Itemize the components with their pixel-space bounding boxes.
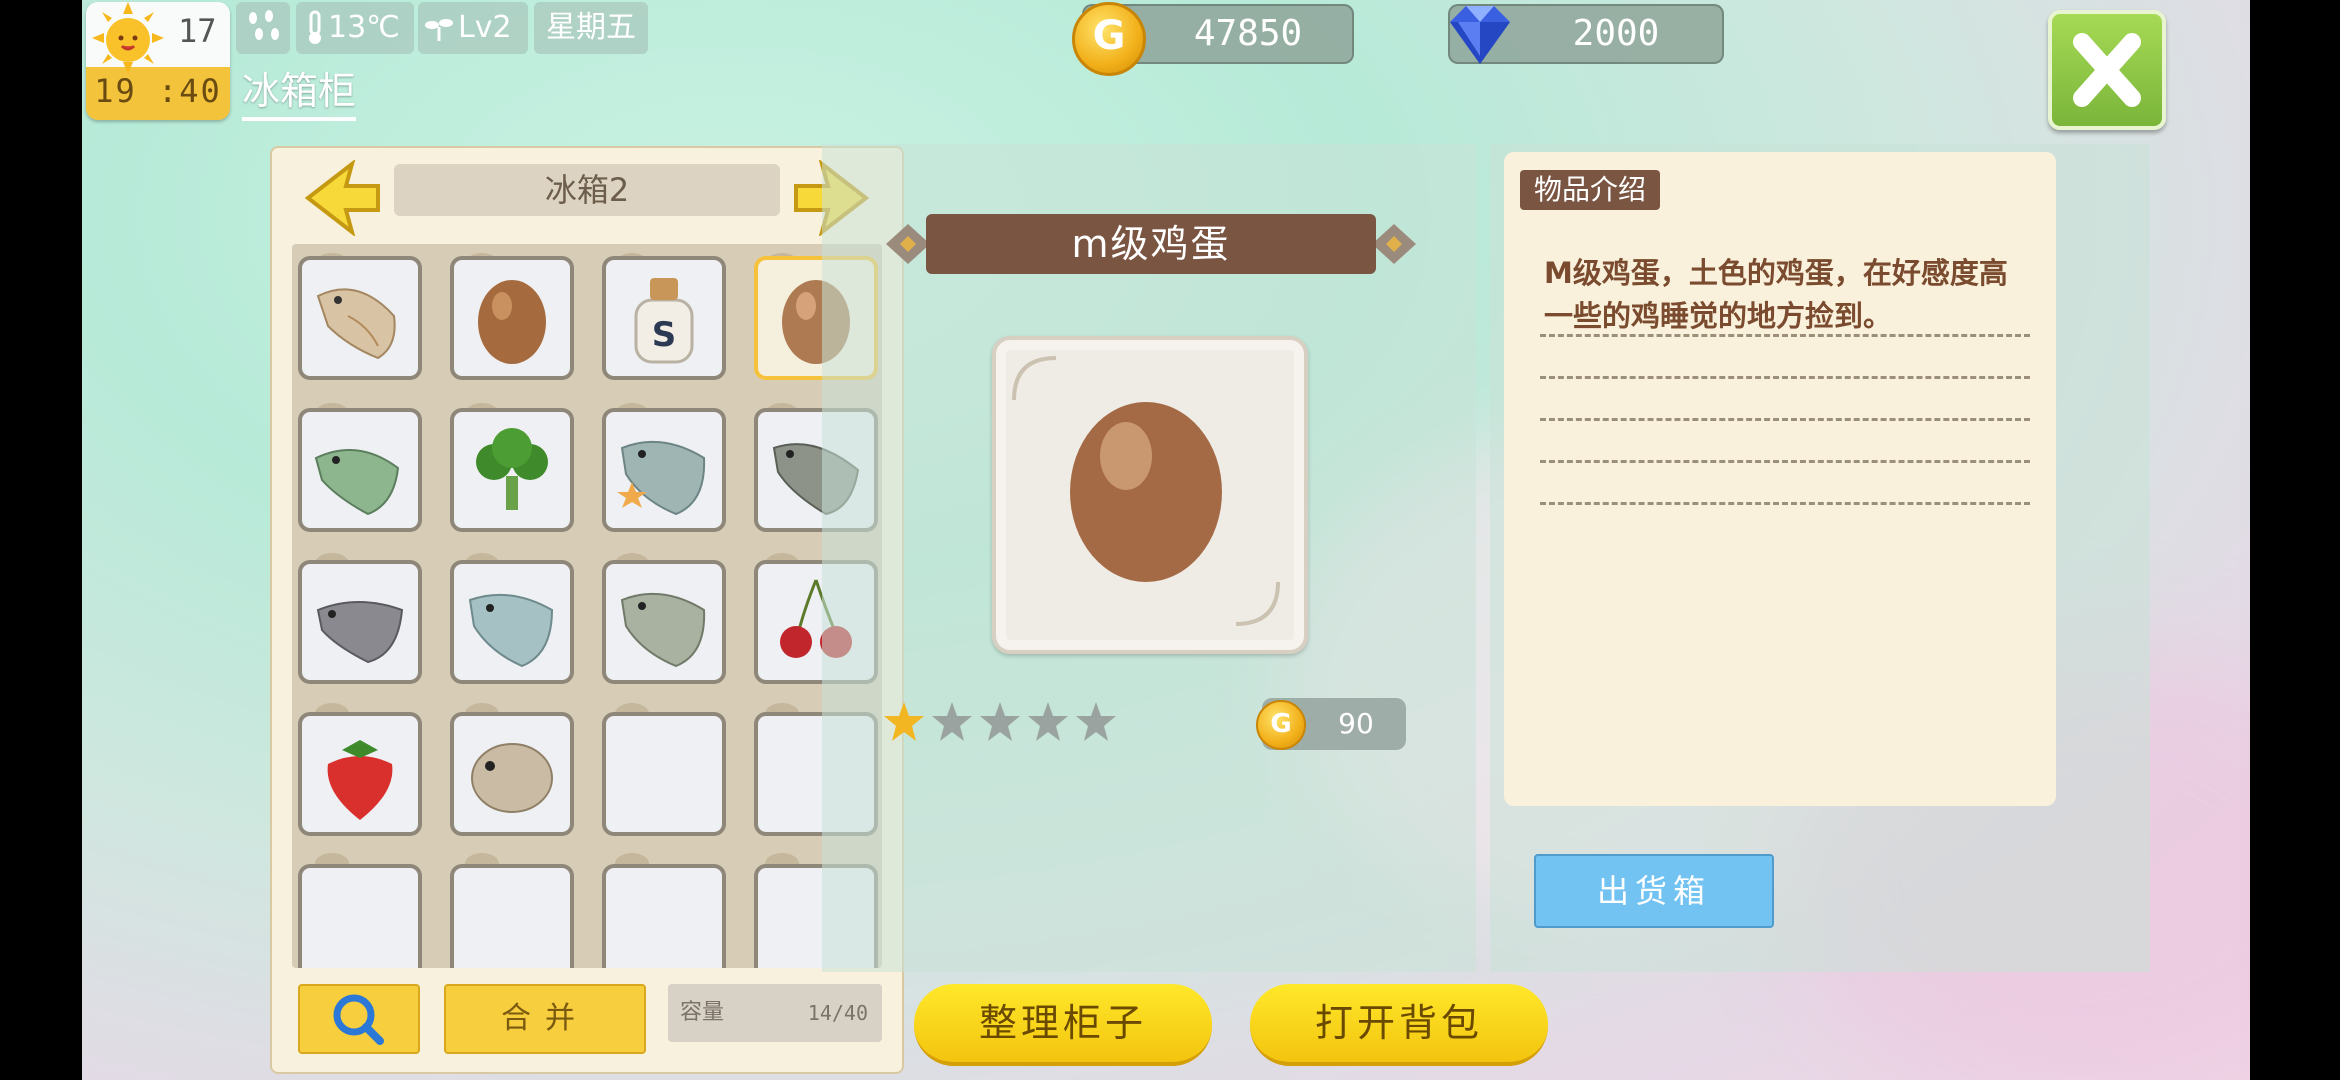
slot-empty[interactable] — [298, 864, 422, 968]
clock-time: 19 :40 — [94, 72, 222, 110]
gold-coin-icon: G — [1072, 2, 1146, 76]
weekday-chip: 星期五 — [534, 2, 648, 54]
star-empty-icon — [980, 702, 1020, 741]
sun-icon — [92, 2, 164, 74]
close-button[interactable] — [2048, 10, 2166, 130]
divider — [1540, 376, 2030, 379]
description-panel: 物品介绍 M级鸡蛋，土色的鸡蛋，在好感度高一些的鸡睡觉的地方捡到。 出货箱 — [1490, 144, 2150, 972]
svg-text:S: S — [652, 315, 677, 355]
open-bag-button[interactable]: 打开背包 — [1250, 984, 1548, 1066]
capacity-bar: 容量 14/40 — [668, 984, 882, 1042]
egg-icon — [478, 280, 546, 364]
diamond-value: 2000 — [1572, 13, 1660, 54]
close-icon — [2073, 33, 2141, 107]
slot-egg[interactable] — [450, 256, 574, 380]
item-detail-panel: m级鸡蛋 G 90 — [822, 144, 1476, 972]
diamond-counter[interactable]: 2000 — [1448, 4, 1724, 64]
slot-empty[interactable] — [602, 864, 726, 968]
pufferfish-icon — [471, 743, 553, 813]
divider — [1540, 334, 2030, 337]
item-name-banner: m级鸡蛋 — [886, 214, 1416, 274]
slot-green-fish[interactable] — [298, 408, 422, 532]
search-button[interactable] — [298, 984, 420, 1054]
level-chip: Lv2 — [418, 2, 528, 54]
slot-broccoli[interactable] — [450, 408, 574, 532]
temperature-value: 13℃ — [328, 10, 400, 45]
carp-icon — [620, 592, 706, 668]
star-empty-icon — [1028, 702, 1068, 741]
organize-cabinet-button[interactable]: 整理柜子 — [914, 984, 1212, 1066]
capacity-value: 14/40 — [807, 1001, 868, 1025]
slot-empty[interactable] — [450, 864, 574, 968]
slot-carp[interactable] — [602, 560, 726, 684]
level-value: Lv2 — [458, 10, 512, 45]
day-clock-panel: 17 19 :40 — [86, 2, 230, 120]
merge-button[interactable]: 合并 — [444, 984, 646, 1054]
item-price: G 90 — [1256, 698, 1406, 750]
carp-icon — [617, 440, 706, 516]
star-filled-icon — [884, 702, 924, 741]
gold-coin-icon: G — [1256, 700, 1306, 750]
sprout-icon — [425, 19, 453, 41]
slot-carp-star[interactable] — [602, 408, 726, 532]
item-name: m级鸡蛋 — [1071, 222, 1231, 266]
merge-label: 合并 — [501, 1001, 589, 1036]
weather-chip — [236, 2, 290, 54]
strawberry-icon — [327, 740, 393, 820]
slot-empty[interactable] — [602, 712, 726, 836]
page-title: 冰箱柜 — [242, 60, 357, 121]
ship-box-button[interactable]: 出货箱 — [1534, 854, 1774, 928]
diamond-icon — [1450, 6, 1510, 64]
description-card: 物品介绍 M级鸡蛋，土色的鸡蛋，在好感度高一些的鸡睡觉的地方捡到。 — [1504, 152, 2056, 806]
star-empty-icon — [932, 702, 972, 741]
fish-icon — [316, 288, 396, 360]
slot-pufferfish[interactable] — [450, 712, 574, 836]
search-icon — [333, 994, 384, 1045]
fridge-name: 冰箱2 — [394, 164, 780, 216]
thermometer-icon — [309, 10, 321, 44]
divider — [1540, 460, 2030, 463]
slot-blue-fish[interactable] — [450, 560, 574, 684]
star-empty-icon — [1076, 702, 1116, 741]
gold-counter[interactable]: G 47850 — [1072, 2, 1354, 76]
price-value: 90 — [1338, 707, 1374, 740]
capacity-label: 容量 — [680, 1000, 725, 1025]
day-number: 17 — [178, 12, 217, 50]
rain-drops-icon — [249, 10, 279, 40]
item-preview — [992, 336, 1308, 654]
divider — [1540, 418, 2030, 421]
milk-bottle-icon: S — [634, 278, 694, 364]
slot-catfish[interactable] — [298, 560, 422, 684]
broccoli-icon — [476, 428, 548, 510]
arrow-left-icon[interactable] — [302, 160, 382, 236]
temperature-chip: 13℃ — [296, 2, 414, 54]
blue-fish-icon — [468, 593, 554, 668]
divider — [1540, 502, 2030, 505]
catfish-icon — [316, 601, 404, 664]
slot-milk[interactable]: S — [602, 256, 726, 380]
item-grid: S — [292, 244, 882, 968]
slot-fish[interactable] — [298, 256, 422, 380]
green-fish-icon — [314, 449, 400, 516]
description-label: 物品介绍 — [1520, 170, 1661, 210]
fridge-panel: 冰箱2 S 合并 容量 14/40 — [270, 146, 904, 1074]
slot-strawberry[interactable] — [298, 712, 422, 836]
egg-icon — [1012, 356, 1280, 626]
gold-value: 47850 — [1193, 13, 1303, 54]
description-text: M级鸡蛋，土色的鸡蛋，在好感度高一些的鸡睡觉的地方捡到。 — [1544, 256, 2008, 333]
